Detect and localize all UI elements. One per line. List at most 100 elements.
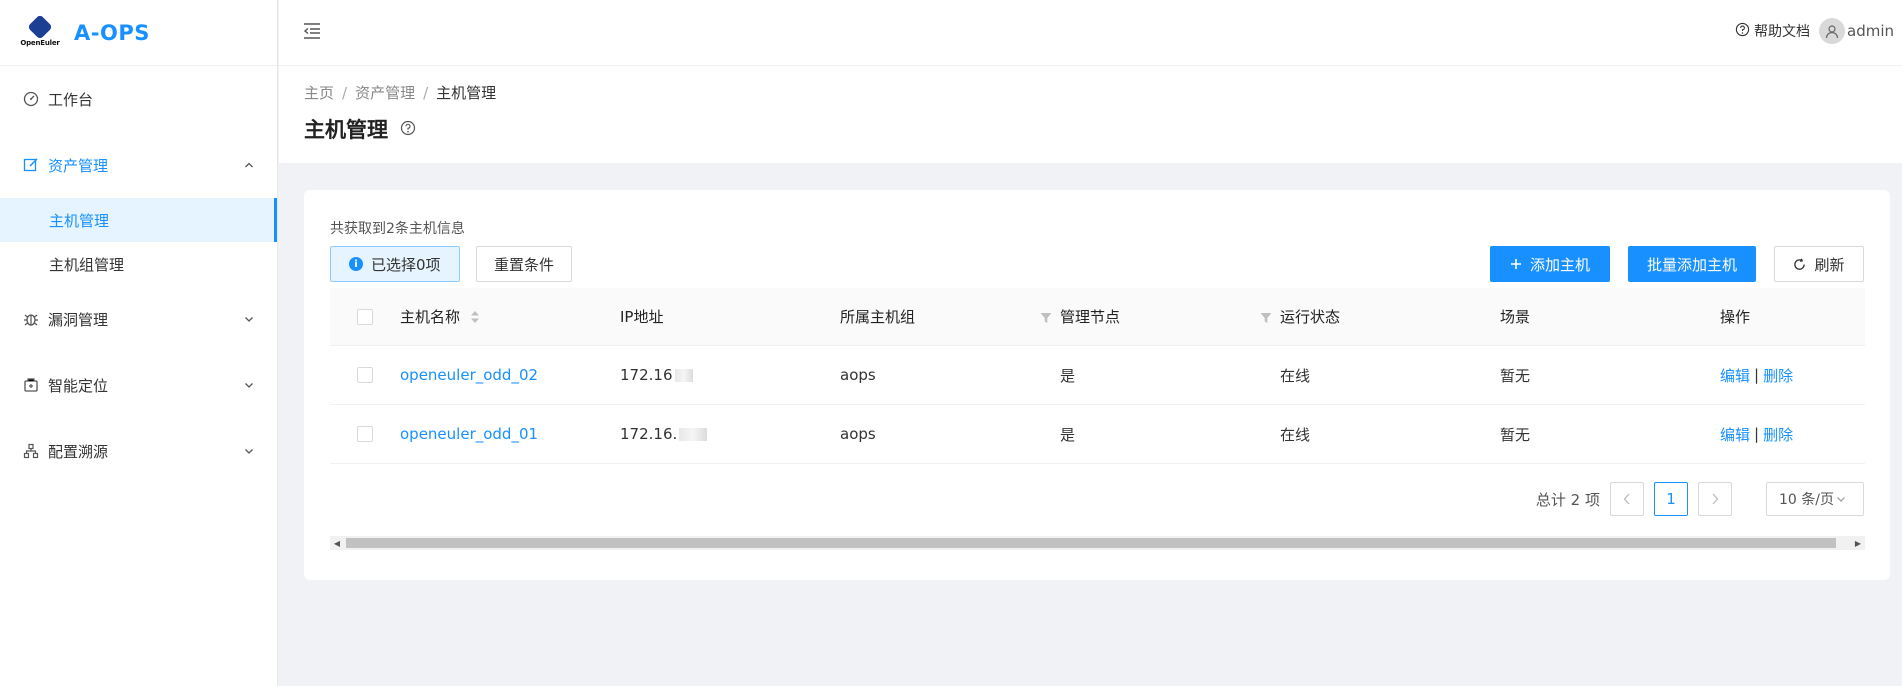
manage-node: 是	[1060, 366, 1076, 385]
pagination: 总计 2 项 1 10 条/页	[1536, 482, 1864, 516]
column-header-ip: IP地址	[620, 308, 664, 326]
chevron-down-icon	[243, 379, 255, 391]
page-size-value: 10 条/页	[1779, 492, 1834, 508]
dashboard-icon	[22, 90, 40, 108]
column-header-label: 所属主机组	[840, 308, 916, 326]
sidebar-item-label: 资产管理	[48, 156, 109, 175]
sidebar-item-label: 智能定位	[48, 376, 109, 395]
page-size-select[interactable]: 10 条/页	[1766, 482, 1864, 516]
top-header: 帮助文档 admin	[279, 0, 1902, 66]
row-checkbox[interactable]	[357, 367, 373, 383]
delete-link[interactable]: 删除	[1763, 365, 1793, 386]
sidebar-item-label: 配置溯源	[48, 442, 109, 461]
edit-link[interactable]: 编辑	[1720, 365, 1750, 386]
reload-icon	[1793, 257, 1806, 271]
selected-count-text: 已选择0项	[371, 255, 441, 274]
scroll-right-arrow-icon[interactable]: ▶	[1851, 536, 1865, 550]
chevron-left-icon	[1623, 493, 1630, 505]
table-header: 主机名称 IP地址 所属主机组 管理节点 运行状态 场景 操作	[330, 288, 1865, 346]
ip-address: 172.16.	[620, 425, 678, 443]
refresh-button[interactable]: 刷新	[1774, 246, 1864, 282]
host-list-card: 共获取到2条主机信息 i 已选择0项 重置条件 添加主机 批量添加主机 刷新 主…	[304, 190, 1890, 580]
page-title: 主机管理	[304, 114, 416, 144]
filter-icon[interactable]	[1260, 310, 1272, 328]
add-host-button[interactable]: 添加主机	[1490, 246, 1610, 282]
host-name-link[interactable]: openeuler_odd_01	[400, 425, 538, 443]
table-row: openeuler_odd_02 172.16 aops 是 在线 暂无 编辑 |…	[330, 346, 1865, 405]
host-table: 主机名称 IP地址 所属主机组 管理节点 运行状态 场景 操作 openeule…	[330, 288, 1865, 464]
filter-icon[interactable]	[1040, 310, 1052, 328]
column-header-label: 管理节点	[1060, 308, 1121, 326]
sidebar: OpenEuler A-OPS 工作台 资产管理 主机管理 主机组管理 漏洞管理	[0, 0, 278, 686]
host-name-link[interactable]: openeuler_odd_02	[400, 366, 538, 384]
sidebar-menu: 工作台 资产管理 主机管理 主机组管理 漏洞管理 智能定位 配置溯源	[0, 66, 277, 484]
breadcrumb-assets[interactable]: 资产管理	[355, 84, 415, 102]
user-menu[interactable]: admin	[1819, 18, 1894, 44]
sidebar-item-label: 漏洞管理	[48, 310, 109, 329]
reset-conditions-button[interactable]: 重置条件	[476, 246, 572, 282]
row-checkbox[interactable]	[357, 426, 373, 442]
batch-add-host-button[interactable]: 批量添加主机	[1628, 246, 1756, 282]
breadcrumb-separator: /	[342, 84, 348, 102]
avatar	[1819, 18, 1845, 44]
sidebar-item-config-trace[interactable]: 配置溯源	[0, 418, 277, 484]
edit-link[interactable]: 编辑	[1720, 424, 1750, 445]
column-header-scene: 场景	[1500, 308, 1531, 326]
breadcrumb: 主页 / 资产管理 / 主机管理	[304, 82, 496, 103]
column-header-manage-node: 管理节点	[1060, 288, 1280, 345]
page-header: 主页 / 资产管理 / 主机管理 主机管理	[279, 66, 1902, 163]
run-status: 在线	[1280, 425, 1311, 444]
help-docs-link[interactable]: 帮助文档	[1735, 21, 1810, 41]
page-title-text: 主机管理	[304, 118, 388, 142]
run-status: 在线	[1280, 366, 1311, 385]
chevron-down-icon	[243, 445, 255, 457]
chevron-right-icon	[1712, 493, 1719, 505]
delete-link[interactable]: 删除	[1763, 424, 1793, 445]
ip-address: 172.16	[620, 366, 673, 384]
chevron-down-icon	[1837, 497, 1845, 502]
question-circle-icon[interactable]	[400, 117, 416, 141]
menu-fold-icon[interactable]	[301, 20, 323, 42]
chevron-down-icon	[243, 313, 255, 325]
column-header-host-name[interactable]: 主机名称	[400, 288, 620, 345]
host-group: aops	[840, 366, 876, 384]
scroll-left-arrow-icon[interactable]: ◀	[330, 536, 344, 550]
sidebar-item-assets[interactable]: 资产管理	[0, 132, 277, 198]
next-page-button[interactable]	[1698, 482, 1732, 516]
breadcrumb-home[interactable]: 主页	[304, 84, 334, 102]
edit-icon	[22, 156, 40, 174]
help-docs-label: 帮助文档	[1754, 24, 1810, 40]
select-all-checkbox[interactable]	[357, 308, 373, 325]
page-number-button[interactable]: 1	[1654, 482, 1688, 516]
column-header-label: 主机名称	[400, 308, 461, 326]
host-count-text: 共获取到2条主机信息	[330, 221, 465, 237]
sidebar-item-smart-locate[interactable]: 智能定位	[0, 352, 277, 418]
sidebar-item-host-management[interactable]: 主机管理	[0, 198, 277, 242]
info-circle-icon: i	[349, 257, 363, 271]
prev-page-button[interactable]	[1610, 482, 1644, 516]
pagination-total: 总计 2 项	[1535, 490, 1600, 509]
horizontal-scrollbar[interactable]: ◀ ▶	[330, 536, 1865, 550]
table-row: openeuler_odd_01 172.16. aops 是 在线 暂无 编辑…	[330, 405, 1865, 464]
scrollbar-thumb[interactable]	[346, 538, 1836, 548]
action-separator: |	[1754, 366, 1760, 384]
refresh-label: 刷新	[1814, 255, 1845, 274]
selected-count-alert: i 已选择0项	[330, 246, 460, 282]
locate-icon	[22, 376, 40, 394]
scene: 暂无	[1500, 366, 1531, 385]
redacted-mask	[674, 368, 693, 382]
column-header-status: 运行状态	[1280, 308, 1341, 326]
add-host-label: 添加主机	[1529, 255, 1590, 274]
cluster-icon	[22, 442, 40, 460]
sidebar-item-vulnerability[interactable]: 漏洞管理	[0, 286, 277, 352]
sidebar-item-workbench[interactable]: 工作台	[0, 66, 277, 132]
sort-icon[interactable]	[470, 310, 480, 324]
breadcrumb-separator: /	[423, 84, 429, 102]
sidebar-item-host-group-management[interactable]: 主机组管理	[0, 242, 277, 286]
logo-area[interactable]: OpenEuler A-OPS	[0, 0, 277, 66]
bug-icon	[22, 310, 40, 328]
column-header-host-group: 所属主机组	[840, 288, 1060, 345]
app-title: A-OPS	[74, 20, 150, 45]
openeuler-logo: OpenEuler	[20, 14, 60, 48]
action-separator: |	[1754, 425, 1760, 443]
